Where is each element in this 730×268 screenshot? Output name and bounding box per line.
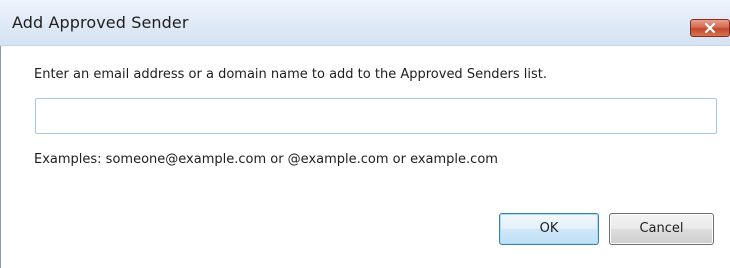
title-bar[interactable]: Add Approved Sender [0, 0, 730, 46]
window-title: Add Approved Sender [12, 13, 189, 32]
examples-text: Examples: someone@example.com or @exampl… [34, 152, 498, 167]
sender-address-input[interactable] [35, 98, 717, 134]
close-button[interactable] [690, 19, 730, 37]
ok-button[interactable]: OK [499, 213, 599, 245]
window-frame-left [0, 46, 1, 268]
add-approved-sender-dialog: Add Approved Sender Enter an email addre… [0, 0, 730, 268]
instruction-text: Enter an email address or a domain name … [34, 67, 548, 82]
close-x-icon [704, 22, 716, 34]
cancel-button[interactable]: Cancel [609, 213, 714, 245]
